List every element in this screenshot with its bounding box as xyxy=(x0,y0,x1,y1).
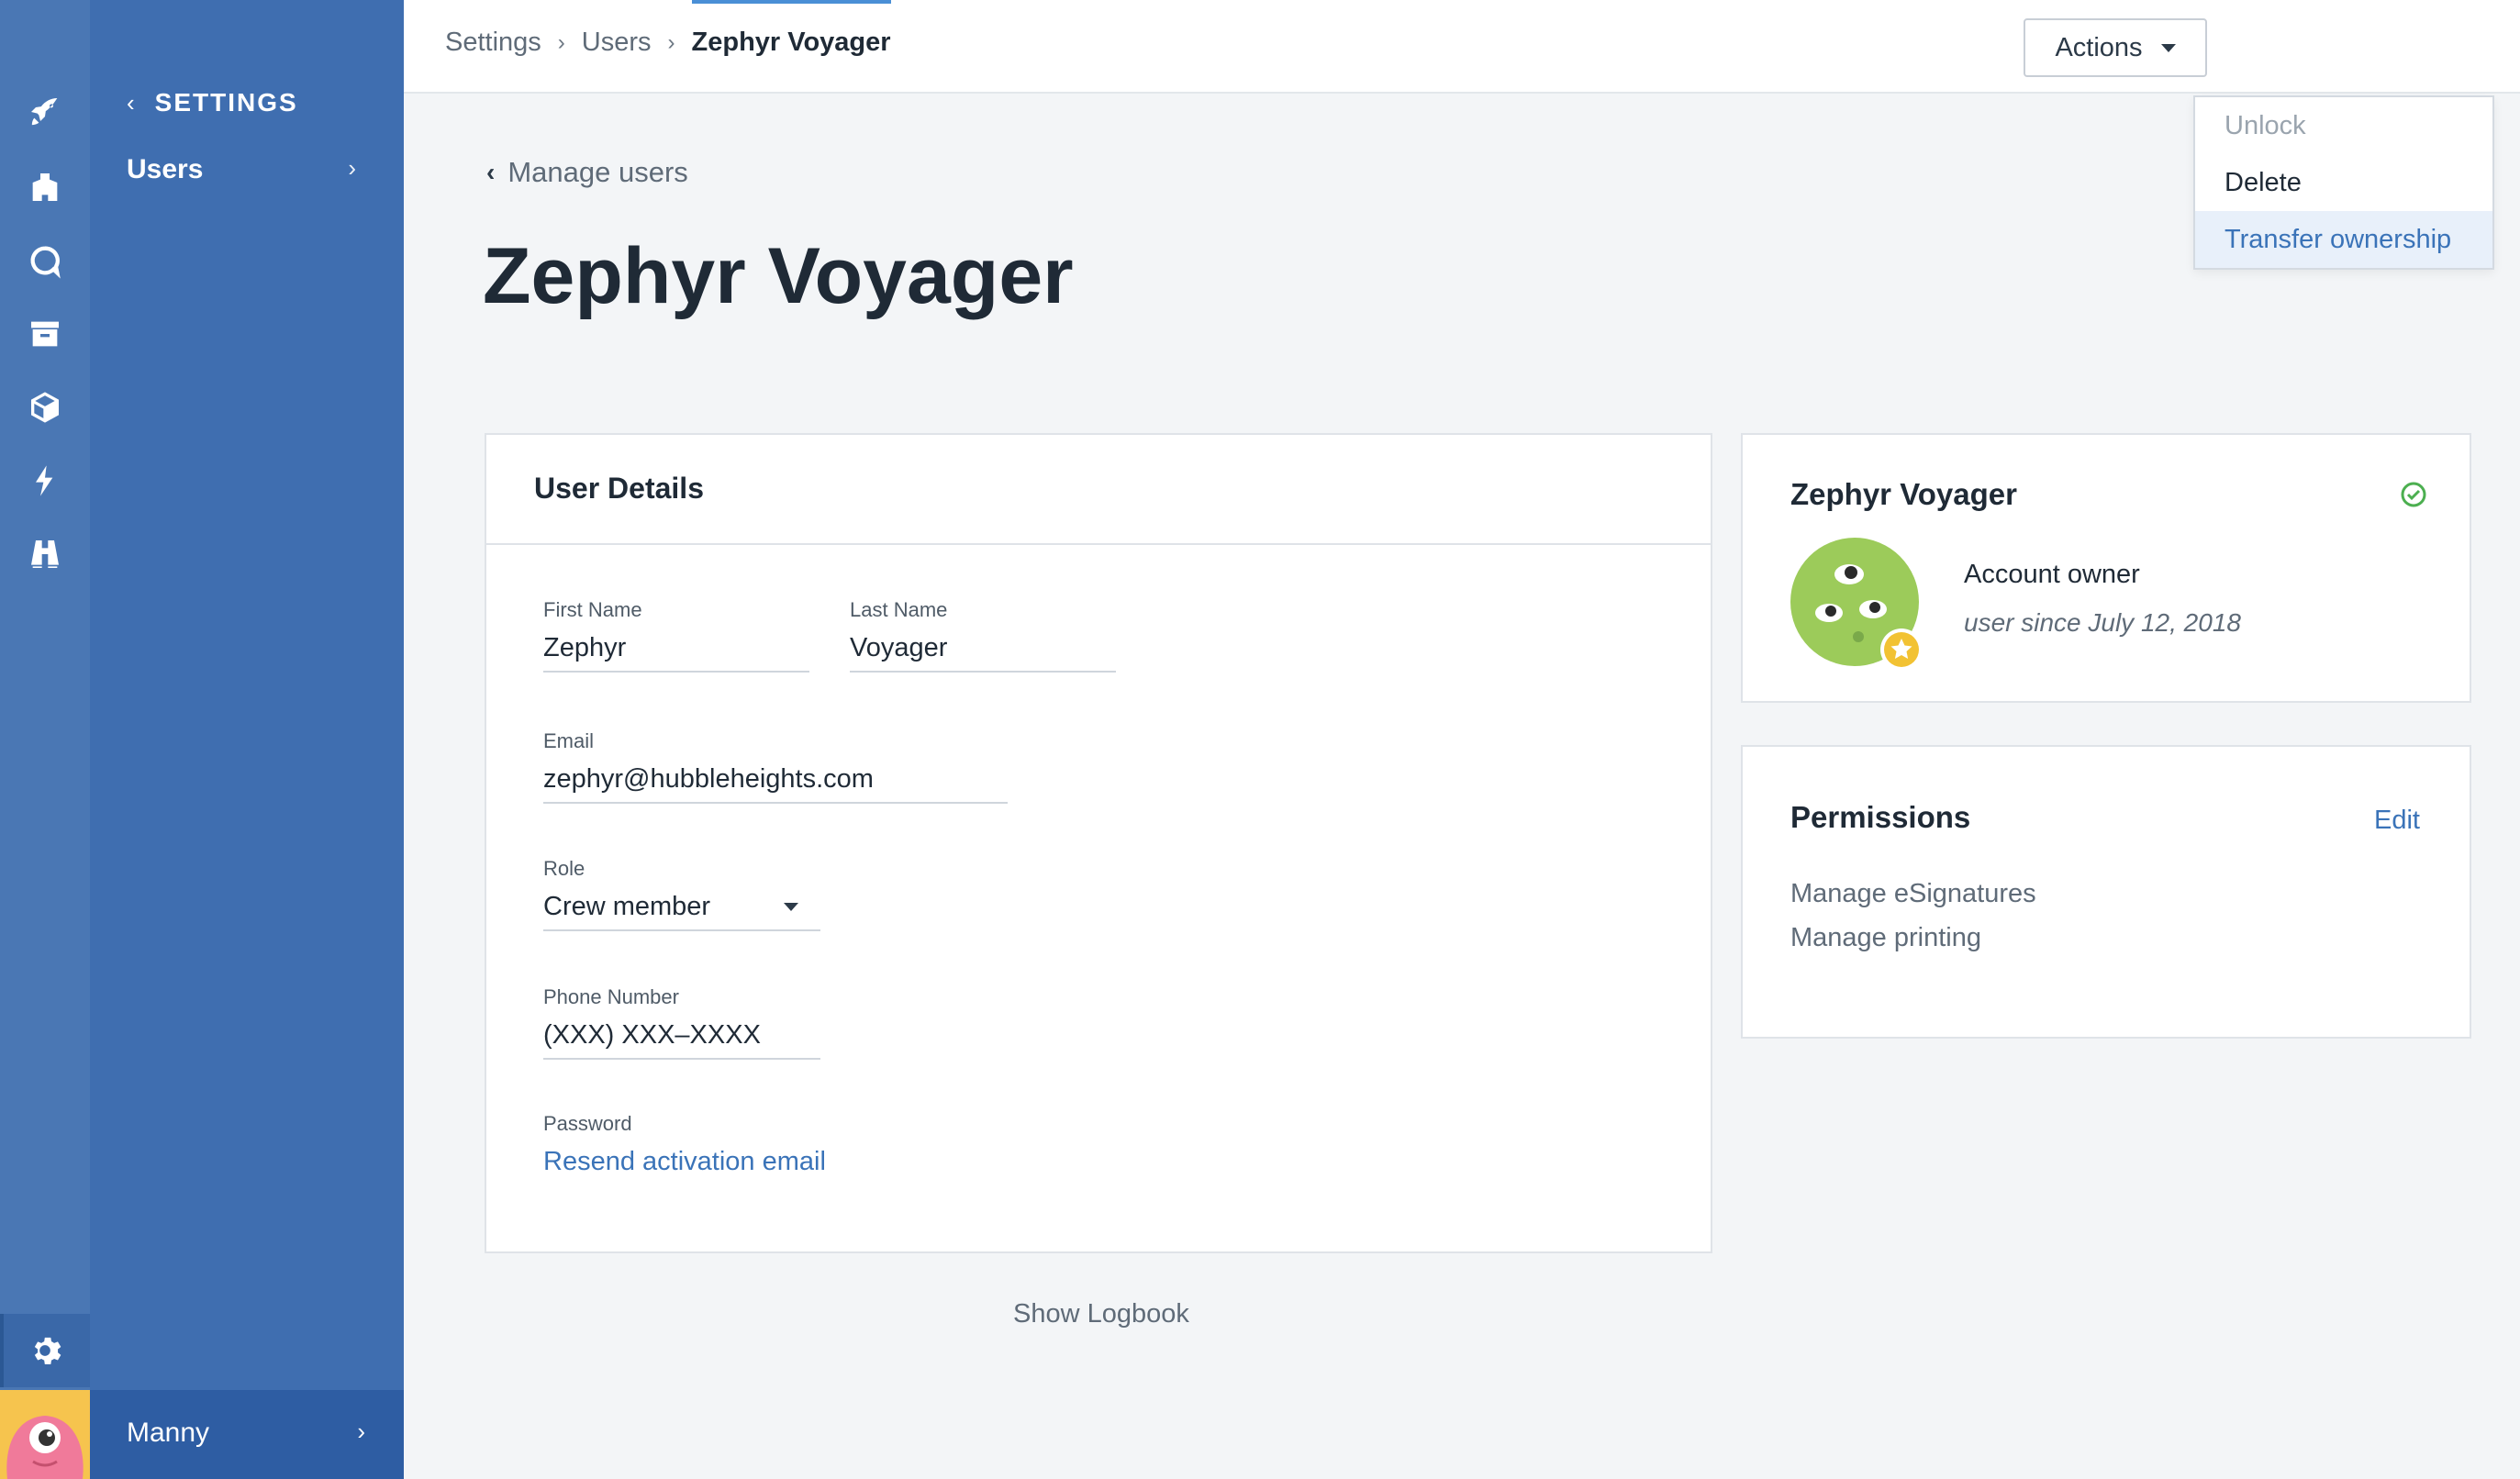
edit-permissions-link[interactable]: Edit xyxy=(2374,806,2420,836)
permission-item: Manage eSignatures xyxy=(1790,879,2036,908)
chevron-right-icon: › xyxy=(357,1418,365,1445)
sidebar-item-label: Users xyxy=(127,154,204,184)
profile-role: Account owner xyxy=(1964,560,2140,589)
menu-item-delete[interactable]: Delete xyxy=(2195,154,2492,211)
password-label: Password xyxy=(543,1112,632,1135)
current-user-name: Manny xyxy=(127,1418,210,1448)
chevron-right-icon: › xyxy=(348,154,356,182)
user-avatar xyxy=(1790,538,1923,671)
role-label: Role xyxy=(543,857,585,880)
breadcrumb-current: Zephyr Voyager xyxy=(691,0,891,57)
first-name-field: First Name Zephyr xyxy=(543,598,809,673)
profile-name: Zephyr Voyager xyxy=(1790,477,2017,511)
permission-item: Manage printing xyxy=(1790,923,1981,952)
archive-icon[interactable] xyxy=(27,316,63,352)
icon-rail xyxy=(0,0,90,1479)
chevron-right-icon: › xyxy=(557,29,565,55)
permissions-heading: Permissions xyxy=(1790,800,1971,834)
last-name-input[interactable]: Voyager xyxy=(850,633,1116,673)
last-name-field: Last Name Voyager xyxy=(850,598,1116,673)
manage-users-label: Manage users xyxy=(507,156,688,188)
caret-down-icon xyxy=(784,903,798,911)
current-user-menu[interactable]: Manny › xyxy=(90,1390,404,1479)
role-field: Role Crew member xyxy=(543,857,820,931)
breadcrumb-settings[interactable]: Settings xyxy=(445,28,541,58)
gear-icon xyxy=(34,1337,61,1364)
profile-card: Zephyr Voyager Account owner user since … xyxy=(1741,433,2471,703)
avatar[interactable] xyxy=(0,1390,90,1479)
password-field: Password Resend activation email xyxy=(543,1112,1002,1177)
settings-heading: SETTINGS xyxy=(154,88,298,117)
user-details-card: User Details First Name Zephyr Last Name… xyxy=(485,433,1712,1253)
settings-gear-button[interactable] xyxy=(0,1314,90,1387)
phone-label: Phone Number xyxy=(543,985,679,1008)
chevron-left-icon: ‹ xyxy=(127,88,137,117)
card-header: User Details xyxy=(486,435,1711,545)
chat-icon[interactable] xyxy=(27,242,63,279)
first-name-input[interactable]: Zephyr xyxy=(543,633,809,673)
caret-down-icon xyxy=(2160,43,2176,52)
email-label: Email xyxy=(543,729,595,752)
user-details-heading: User Details xyxy=(534,472,704,505)
email-input[interactable]: zephyr@hubbleheights.com xyxy=(543,764,1008,804)
permissions-card: Permissions Edit Manage eSignatures Mana… xyxy=(1741,745,2471,1039)
menu-item-unlock[interactable]: Unlock xyxy=(2195,97,2492,154)
verified-check-icon xyxy=(2401,482,2426,507)
settings-back-link[interactable]: ‹ SETTINGS xyxy=(127,88,298,117)
phone-field: Phone Number (XXX) XXX–XXXX xyxy=(543,985,820,1060)
page-title: Zephyr Voyager xyxy=(483,232,1074,320)
role-select-value: Crew member xyxy=(543,892,711,921)
manage-users-link[interactable]: ‹ Manage users xyxy=(486,156,688,189)
cube-icon[interactable] xyxy=(27,389,63,426)
binoculars-icon[interactable] xyxy=(27,536,63,573)
actions-label: Actions xyxy=(2055,32,2143,62)
chevron-left-icon: ‹ xyxy=(486,158,496,186)
actions-button[interactable]: Actions xyxy=(2024,18,2207,77)
actions-menu: Unlock Delete Transfer ownership xyxy=(2193,95,2494,270)
sidebar-item-users[interactable]: Users › xyxy=(127,154,393,185)
resend-activation-link[interactable]: Resend activation email xyxy=(543,1147,1002,1177)
breadcrumb: Settings › Users › Zephyr Voyager xyxy=(445,0,891,58)
chevron-right-icon: › xyxy=(667,29,675,55)
role-select[interactable]: Crew member xyxy=(543,892,820,931)
breadcrumb-users[interactable]: Users xyxy=(582,28,652,58)
rocket-icon[interactable] xyxy=(27,94,63,130)
top-bar: Settings › Users › Zephyr Voyager Action… xyxy=(404,0,2520,94)
building-icon[interactable] xyxy=(27,169,63,206)
phone-input[interactable]: (XXX) XXX–XXXX xyxy=(543,1020,820,1060)
last-name-label: Last Name xyxy=(850,598,948,621)
menu-item-transfer-ownership[interactable]: Transfer ownership xyxy=(2195,211,2492,268)
bolt-icon[interactable] xyxy=(27,462,63,499)
show-logbook-link[interactable]: Show Logbook xyxy=(1013,1299,1189,1329)
email-field: Email zephyr@hubbleheights.com xyxy=(543,729,1008,804)
first-name-label: First Name xyxy=(543,598,642,621)
settings-panel: ‹ SETTINGS Users › Manny › xyxy=(90,0,404,1479)
profile-since: user since July 12, 2018 xyxy=(1964,608,2241,637)
